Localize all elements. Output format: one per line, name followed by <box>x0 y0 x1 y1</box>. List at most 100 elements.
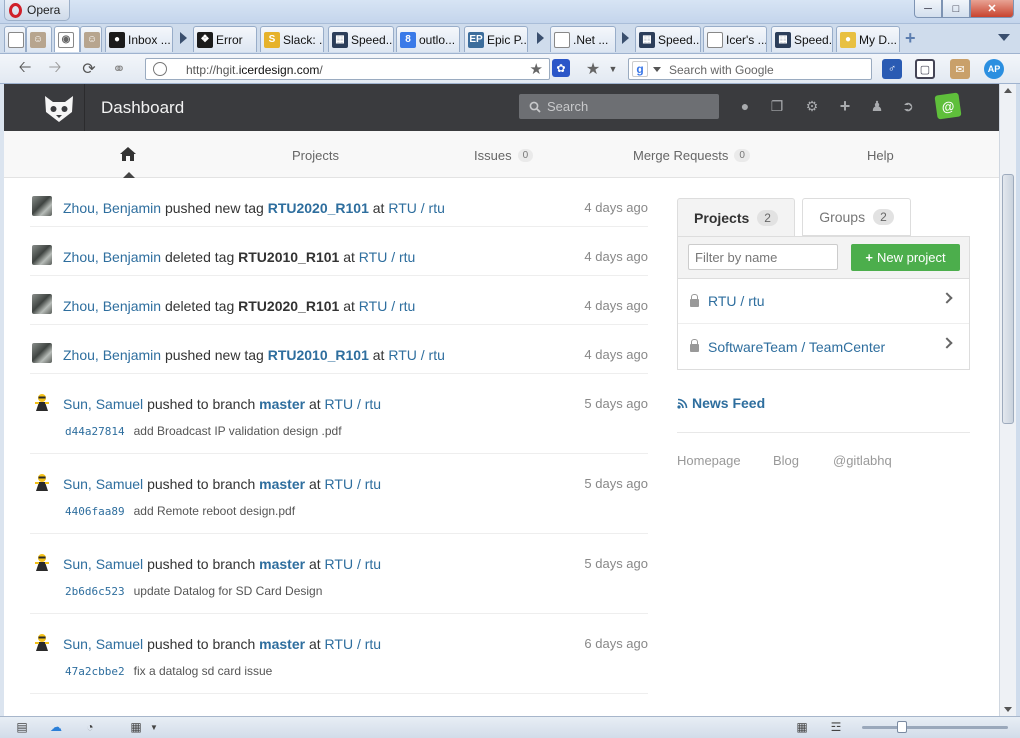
avatar[interactable] <box>32 343 52 363</box>
tab-merge-requests[interactable]: Merge Requests 0 <box>633 148 750 163</box>
search-input[interactable]: Search <box>519 94 719 119</box>
blog-link[interactable]: Blog <box>773 453 833 468</box>
author-link[interactable]: Zhou, Benjamin <box>63 249 161 265</box>
close-button[interactable]: ✕ <box>970 0 1014 18</box>
maximize-button[interactable]: □ <box>942 0 970 18</box>
plus-icon[interactable]: + <box>836 96 854 116</box>
scrollbar-thumb[interactable] <box>1002 174 1014 424</box>
web-search-field[interactable]: g Search with Google <box>628 58 872 80</box>
fit-to-width-icon[interactable]: ☲ <box>828 720 844 734</box>
globe-icon[interactable]: ● <box>736 97 754 115</box>
browser-tab[interactable]: .Net ... <box>550 26 616 52</box>
chevron-down-icon[interactable]: ▼ <box>146 720 162 734</box>
homepage-link[interactable]: Homepage <box>677 453 773 468</box>
speed-dial-star-icon[interactable]: ★ <box>584 60 602 78</box>
news-feed-link[interactable]: News Feed <box>677 395 970 411</box>
view-image-icon[interactable]: ▦ <box>794 720 810 734</box>
browser-tab[interactable] <box>4 26 26 52</box>
panel-toggle-icon[interactable]: ▤ <box>14 720 30 734</box>
new-project-button[interactable]: + New project <box>851 244 960 271</box>
browser-tab[interactable]: Icer's ... <box>703 26 767 52</box>
author-link[interactable]: Sun, Samuel <box>63 476 143 492</box>
tab-sidebar-projects[interactable]: Projects 2 <box>677 198 795 236</box>
image-icon[interactable]: ▦ <box>128 720 144 734</box>
author-link[interactable]: Sun, Samuel <box>63 636 143 652</box>
author-link[interactable]: Zhou, Benjamin <box>63 347 161 363</box>
avatar[interactable] <box>32 196 52 216</box>
reload-icon[interactable]: ⟳ <box>80 60 98 78</box>
accessibility-icon[interactable]: ♂ <box>882 59 902 79</box>
vertical-scrollbar[interactable] <box>999 84 1016 716</box>
tab-menu-button[interactable] <box>998 34 1010 41</box>
project-link[interactable]: RTU / rtu <box>388 347 445 363</box>
author-link[interactable]: Zhou, Benjamin <box>63 200 161 216</box>
project-link[interactable]: RTU / rtu <box>325 396 382 412</box>
author-link[interactable]: Zhou, Benjamin <box>63 298 161 314</box>
ref-name[interactable]: master <box>259 396 305 412</box>
ref-name[interactable]: master <box>259 476 305 492</box>
project-link[interactable]: RTU / rtu <box>325 476 382 492</box>
zoom-slider-handle[interactable] <box>897 721 907 733</box>
avatar[interactable] <box>32 632 52 652</box>
tab-help[interactable]: Help <box>867 148 894 163</box>
browser-tab[interactable]: ▦Speed... <box>771 26 833 52</box>
chevron-down-icon[interactable]: ▼ <box>604 60 622 78</box>
cloud-icon[interactable]: ☁ <box>48 720 64 734</box>
notifications-icon[interactable]: ✉ <box>950 59 970 79</box>
minimize-button[interactable]: ─ <box>914 0 942 18</box>
browser-tab[interactable]: ● My D... <box>836 26 900 52</box>
tab-sidebar-groups[interactable]: Groups 2 <box>802 198 911 236</box>
home-icon[interactable] <box>119 146 137 162</box>
commit-sha-link[interactable]: 2b6d6c523 <box>65 585 125 598</box>
extension-ap-icon[interactable]: AP <box>984 59 1004 79</box>
avatar[interactable] <box>32 472 52 492</box>
browser-tab[interactable]: ◉ <box>54 26 80 52</box>
opera-menu-button[interactable]: Opera <box>4 0 70 21</box>
filter-by-name-input[interactable]: Filter by name <box>688 244 838 270</box>
project-list-item[interactable]: SoftwareTeam / TeamCenter <box>678 324 969 369</box>
new-tab-button[interactable]: + <box>905 29 916 47</box>
browser-tab[interactable]: EP Epic P... <box>464 26 528 52</box>
browser-tab[interactable]: ▦Speed... <box>328 26 394 52</box>
sign-out-icon[interactable]: ➲ <box>899 97 917 115</box>
user-icon[interactable]: ♟ <box>868 97 886 115</box>
tab-group-arrow-icon[interactable] <box>622 32 629 44</box>
commit-sha-link[interactable]: d44a27814 <box>65 425 125 438</box>
browser-tab[interactable]: SSlack: ... <box>260 26 324 52</box>
tab-group-arrow-icon[interactable] <box>537 32 544 44</box>
avatar[interactable]: @ <box>934 92 962 120</box>
author-link[interactable]: Sun, Samuel <box>63 556 143 572</box>
tab-projects[interactable]: Projects <box>292 148 339 163</box>
gears-icon[interactable]: ⚙ <box>803 97 821 115</box>
avatar[interactable] <box>32 245 52 265</box>
project-list-item[interactable]: RTU / rtu <box>678 279 969 324</box>
tab-group-arrow-icon[interactable] <box>180 32 187 44</box>
browser-tab[interactable]: ▦Speed... <box>635 26 701 52</box>
project-link[interactable]: RTU / rtu <box>359 298 416 314</box>
search-engine-caret-icon[interactable] <box>653 67 661 72</box>
project-link[interactable]: RTU / rtu <box>359 249 416 265</box>
commit-sha-link[interactable]: 4406faa89 <box>65 505 125 518</box>
scroll-up-icon[interactable] <box>1004 88 1012 93</box>
ref-name[interactable]: RTU2020_R101 <box>268 200 369 216</box>
ref-name[interactable]: master <box>259 636 305 652</box>
commit-sha-link[interactable]: 47a2cbbe2 <box>65 665 125 678</box>
avatar[interactable] <box>32 392 52 412</box>
project-name[interactable]: RTU / rtu <box>708 293 765 309</box>
browser-tab[interactable]: ● Inbox ... <box>105 26 173 52</box>
browser-tab[interactable]: ☺ <box>80 26 102 52</box>
key-icon[interactable]: ⚭ <box>110 60 128 78</box>
gitlab-logo-icon[interactable] <box>32 89 86 127</box>
browser-tab[interactable]: ☺ <box>26 26 52 52</box>
paw-icon[interactable]: ✿ <box>552 59 570 77</box>
back-icon[interactable]: 🡠 <box>16 59 34 78</box>
copy-icon[interactable]: ❐ <box>768 97 786 115</box>
url-field[interactable]: http://hgit.icerdesign.com/ ★ <box>145 58 550 80</box>
author-link[interactable]: Sun, Samuel <box>63 396 143 412</box>
fullscreen-icon[interactable]: ▢ <box>915 59 935 79</box>
browser-tab[interactable]: 8 outlo... <box>396 26 460 52</box>
avatar[interactable] <box>32 294 52 314</box>
project-name[interactable]: SoftwareTeam / TeamCenter <box>708 339 885 355</box>
ref-name[interactable]: RTU2010_R101 <box>268 347 369 363</box>
project-link[interactable]: RTU / rtu <box>388 200 445 216</box>
